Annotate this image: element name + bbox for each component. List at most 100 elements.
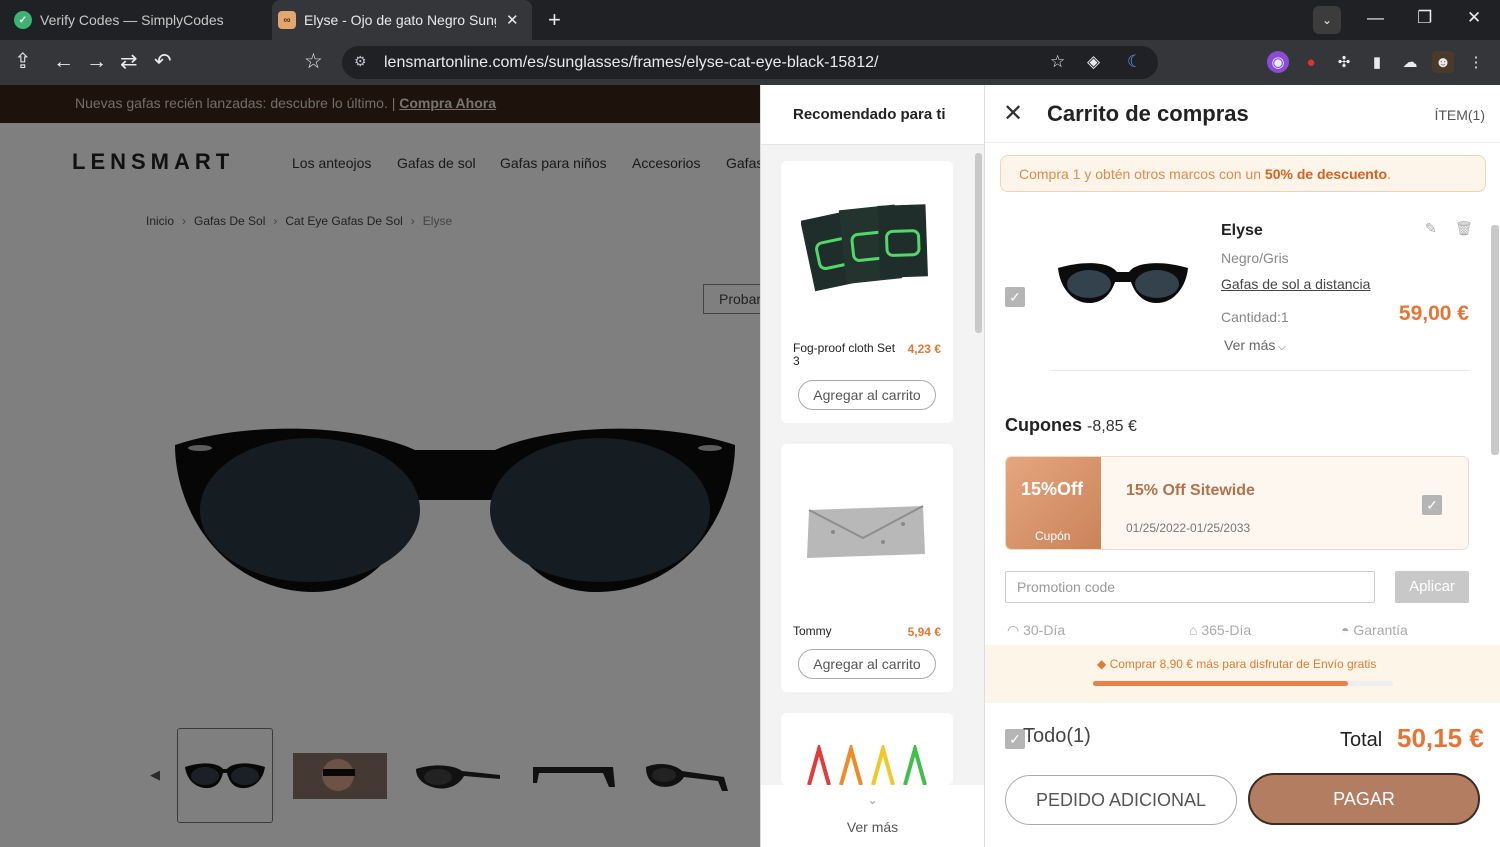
address-bar[interactable]: ⚙ lensmartonline.com/es/sunglasses/frame… <box>342 46 1158 79</box>
close-window-icon[interactable]: ✕ <box>1467 8 1481 28</box>
bookmark-star-icon[interactable]: ☆ <box>304 50 323 74</box>
pay-button[interactable]: PAGAR <box>1248 773 1480 825</box>
divider <box>1051 370 1469 371</box>
see-more-button[interactable]: ⌄ Ver más <box>761 785 984 847</box>
tab-bar: ✓ Verify Codes — SimplyCodes ∞ Elyse - O… <box>0 0 1500 40</box>
coupon-badge: 15%Off Cupón <box>1006 457 1101 549</box>
total-value: 50,15 € <box>1397 723 1484 753</box>
promo-text: Compra 1 y obtén otros marcos con un <box>1019 166 1265 182</box>
cart-footer: ✓ Todo(1) Total 50,15 € PEDIDO ADICIONAL… <box>985 703 1500 847</box>
glasses-icon: ∞ <box>278 11 296 29</box>
extension-purple-icon[interactable]: ◉ <box>1267 51 1289 73</box>
check-circle-icon: ✓ <box>14 11 32 29</box>
product-price: 59,00 € <box>1398 302 1469 325</box>
close-icon[interactable]: ✕ <box>1003 99 1023 128</box>
extension-face-icon[interactable]: ☻ <box>1432 51 1454 73</box>
coupon-badge-label: Cupón <box>1035 529 1071 543</box>
restore-icon[interactable]: ❐ <box>1417 8 1432 28</box>
coupon-title: 15% Off Sitewide <box>1126 482 1255 499</box>
coupon-dates: 01/25/2022-01/25/2033 <box>1126 521 1251 535</box>
reload-icon[interactable]: ⇄ <box>120 50 138 74</box>
extension-red-icon[interactable]: ● <box>1300 51 1322 73</box>
shipping-label: Comprar 8,90 € más para disfrutar de Env… <box>1109 657 1377 671</box>
cart-product-image <box>1058 263 1188 304</box>
coupon-percent: 15%Off <box>1021 479 1084 499</box>
service-30-day: ◠ 30-Día <box>1007 622 1065 639</box>
add-to-cart-button[interactable]: Agregar al carrito <box>798 649 936 679</box>
tab-title: Elyse - Ojo de gato Negro Sunglasses <box>304 12 496 28</box>
recommend-title: Recomendado para ti <box>761 85 984 145</box>
cart-header: ✕ Carrito de compras ÍTEM(1) <box>985 85 1500 143</box>
forward-icon[interactable]: → <box>86 50 107 74</box>
coupons-title: Cupones <box>1005 415 1083 435</box>
recommend-scrollbar[interactable] <box>975 153 982 333</box>
promo-code-input[interactable]: Promotion code <box>1005 571 1375 603</box>
service-365-day: ⌂ 365-Día <box>1189 622 1251 638</box>
product-checkbox[interactable]: ✓ <box>1005 287 1025 307</box>
service-label: 30-Día <box>1023 622 1066 638</box>
minimize-icon[interactable]: — <box>1367 8 1384 28</box>
close-tab-icon[interactable]: ✕ <box>506 11 519 29</box>
promo-text-end: . <box>1387 166 1391 182</box>
service-label: Garantía <box>1353 622 1408 638</box>
cart-title: Carrito de compras <box>1047 101 1249 126</box>
star-icon[interactable]: ☆ <box>1050 52 1065 72</box>
url-text[interactable]: lensmartonline.com/es/sunglasses/frames/… <box>384 54 878 72</box>
product-image <box>807 505 925 558</box>
edit-icon[interactable]: ✎ <box>1425 220 1437 237</box>
chevron-down-icon: ⌵ <box>1275 342 1286 353</box>
product-name: Elyse <box>1221 222 1263 239</box>
recommend-price: 5,94 € <box>907 625 941 639</box>
recommend-card[interactable]: Fog-proof cloth Set 3 4,23 € Agregar al … <box>781 161 953 423</box>
recommend-card[interactable]: Tommy 5,94 € Agregar al carrito <box>781 444 953 692</box>
puzzle-icon[interactable]: ✣ <box>1333 51 1355 73</box>
coupons-value: -8,85 € <box>1087 418 1137 435</box>
coupon-card[interactable]: 15%Off Cupón 15% Off Sitewide 01/25/2022… <box>1005 456 1469 550</box>
product-lens-type[interactable]: Gafas de sol a distancia <box>1221 276 1370 292</box>
site-info-icon[interactable]: ⚙ <box>354 53 367 70</box>
product-image <box>807 745 927 785</box>
add-to-cart-button[interactable]: Agregar al carrito <box>798 380 936 410</box>
product-image <box>801 204 928 292</box>
coupons-label: Cupones -8,85 € <box>1005 415 1137 436</box>
tab-simplycodes[interactable]: ✓ Verify Codes — SimplyCodes <box>0 0 272 40</box>
moon-icon[interactable]: ☾ <box>1127 52 1142 72</box>
sidepanel-icon[interactable]: ▮ <box>1366 51 1388 73</box>
layers-icon[interactable]: ◈ <box>1087 52 1100 72</box>
free-shipping-banner: ◆ Comprar 8,90 € más para disfrutar de E… <box>985 645 1500 703</box>
total-label: Total <box>1340 729 1383 751</box>
shipping-progress <box>1093 681 1393 686</box>
tab-search-icon[interactable]: ⌄ <box>1313 6 1341 34</box>
cloud-upload-icon[interactable]: ☁ <box>1399 51 1421 73</box>
shipping-progress-fill <box>1093 681 1348 686</box>
cart-scrollbar[interactable] <box>1491 225 1499 455</box>
additional-order-button[interactable]: PEDIDO ADICIONAL <box>1005 775 1237 825</box>
recommend-panel: Recomendado para ti Fog-proof cloth Set … <box>760 85 984 847</box>
promo-highlight: 50% de descuento <box>1264 166 1388 182</box>
promo-banner: Compra 1 y obtén otros marcos con un 50%… <box>1000 155 1486 192</box>
upload-icon[interactable]: ⇪ <box>14 50 32 74</box>
select-all-checkbox[interactable]: ✓ <box>1005 729 1025 749</box>
tab-title: Verify Codes — SimplyCodes <box>40 12 224 28</box>
menu-dots-icon[interactable]: ⋮ <box>1465 51 1487 73</box>
select-all-label[interactable]: Todo(1) <box>1023 725 1091 748</box>
cart-body: ✓ Elyse Negro/Gris Gafas de sol a distan… <box>985 205 1491 645</box>
tab-lensmart[interactable]: ∞ Elyse - Ojo de gato Negro Sunglasses ✕ <box>272 0 532 40</box>
apply-button[interactable]: Aplicar <box>1395 571 1469 603</box>
cart-item-count: ÍTEM(1) <box>1434 107 1485 123</box>
coupon-checkbox[interactable]: ✓ <box>1422 495 1442 515</box>
page-overlay[interactable] <box>0 85 760 847</box>
tag-icon: ◆ <box>1097 657 1110 671</box>
browser-toolbar: ⇪ ← → ⇄ ↶ ☆ ⚙ lensmartonline.com/es/sung… <box>0 40 1500 85</box>
trash-icon[interactable]: 🗑 <box>1455 220 1473 237</box>
service-label: 365-Día <box>1201 622 1252 638</box>
undo-icon[interactable]: ↶ <box>154 50 172 74</box>
product-color: Negro/Gris <box>1221 250 1289 266</box>
new-tab-icon[interactable]: + <box>548 7 561 33</box>
shipping-text: ◆ Comprar 8,90 € más para disfrutar de E… <box>1097 657 1376 671</box>
product-see-more[interactable]: Ver más ⌵ <box>1224 337 1286 353</box>
back-icon[interactable]: ← <box>53 50 74 74</box>
service-warranty: ◓ Garantía <box>1341 622 1408 638</box>
recommend-card[interactable] <box>781 713 953 785</box>
recommend-name: Tommy <box>793 624 832 638</box>
